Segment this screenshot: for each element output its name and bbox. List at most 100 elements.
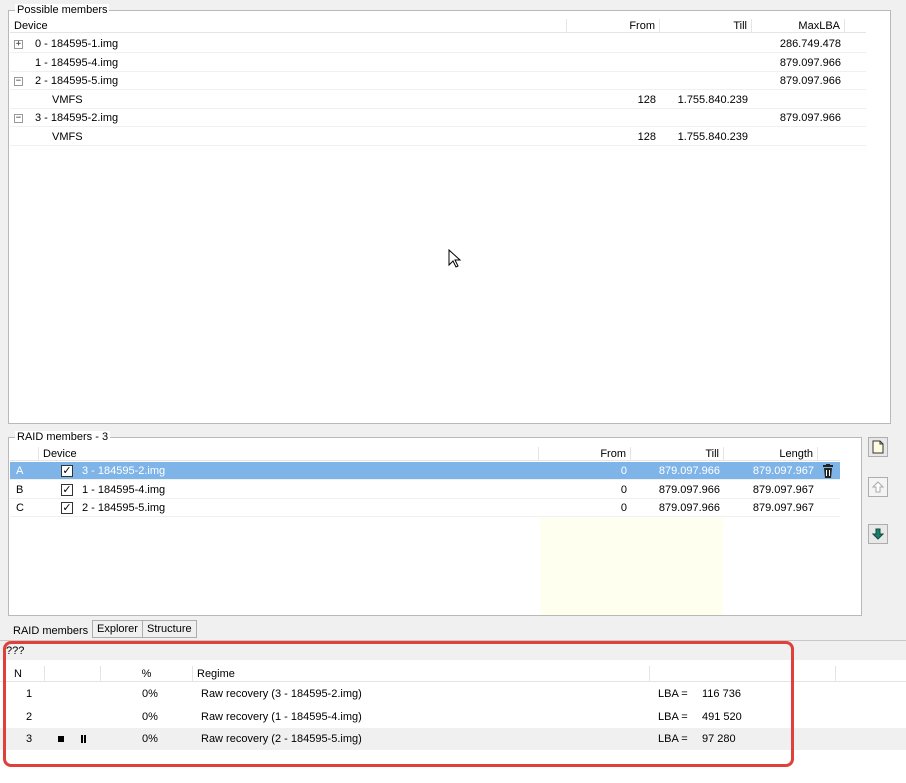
column-header-controls[interactable] [45, 666, 101, 682]
till-value [660, 72, 752, 90]
task-lba-value: 116 736 [702, 688, 741, 700]
possible-member-row[interactable]: − 3 - 184595-2.img 879.097.966 [10, 109, 867, 127]
column-header-regime[interactable]: Regime [193, 666, 650, 682]
device-name: 2 - 184595-5.img [82, 502, 166, 514]
stop-icon[interactable] [58, 736, 64, 742]
till-value: 879.097.966 [658, 483, 720, 496]
task-regime: Raw recovery (1 - 184595-4.img) [201, 710, 362, 723]
from-value: 128 [637, 93, 656, 106]
from-value: 0 [620, 483, 627, 496]
tab-explorer[interactable]: Explorer [92, 620, 143, 638]
tab-raid-members[interactable]: RAID members [8, 622, 93, 640]
from-value [567, 109, 660, 127]
arrow-up-icon [872, 481, 884, 493]
member-checkbox[interactable]: ✓ [61, 502, 73, 514]
task-lba-label: LBA = [658, 688, 688, 700]
task-number: 1 [26, 688, 33, 700]
member-letter: C [16, 502, 24, 514]
column-header-percent[interactable]: % [101, 666, 193, 682]
column-header-n[interactable]: N [10, 666, 45, 682]
device-name: 1 - 184595-4.img [35, 56, 119, 69]
maxlba-value [752, 128, 845, 146]
tab-structure[interactable]: Structure [142, 620, 197, 638]
pause-icon[interactable] [81, 735, 86, 743]
column-header-from[interactable]: From [539, 447, 631, 461]
raid-members-title: RAID members - 3 [15, 431, 111, 443]
task-row[interactable]: 1 0% Raw recovery (3 - 184595-2.img) LBA = 1… [0, 683, 906, 705]
member-checkbox[interactable]: ✓ [61, 483, 73, 496]
divider [0, 640, 906, 641]
move-up-button[interactable] [868, 477, 888, 497]
length-value: 879.097.967 [752, 502, 814, 514]
device-name: 2 - 184595-5.img [35, 75, 119, 87]
task-lba-value: 491 520 [702, 710, 742, 723]
task-lba-value: 97 280 [702, 733, 736, 745]
task-row[interactable]: 2 0% Raw recovery (1 - 184595-4.img) LBA = 4… [0, 706, 906, 728]
device-name: 3 - 184595-2.img [35, 112, 119, 124]
expand-icon[interactable]: + [14, 40, 23, 49]
device-name: VMFS [52, 130, 83, 143]
mouse-pointer-icon [448, 249, 462, 268]
column-header-length[interactable]: Length [724, 447, 818, 461]
collapse-icon[interactable]: − [14, 77, 23, 86]
new-member-button[interactable] [868, 437, 888, 457]
task-lba-label: LBA = [658, 710, 688, 723]
trash-icon[interactable] [821, 464, 835, 479]
device-name: 1 - 184595-4.img [82, 483, 166, 496]
length-value: 879.097.967 [752, 465, 814, 477]
collapse-icon[interactable]: − [14, 114, 23, 123]
maxlba-value: 879.097.966 [779, 112, 841, 124]
till-value [660, 54, 752, 72]
till-value: 1.755.840.239 [677, 130, 748, 143]
task-percent: 0% [142, 688, 158, 700]
possible-member-row[interactable]: +0 - 184595-1.img 286.749.478 [10, 35, 867, 53]
task-percent: 0% [142, 733, 158, 745]
maxlba-value: 879.097.966 [779, 75, 841, 87]
maxlba-value: 286.749.478 [779, 38, 841, 50]
from-value [567, 35, 660, 53]
column-header-device[interactable]: Device [10, 19, 567, 33]
raid-member-row[interactable]: A ✓ 3 - 184595-2.img 0 879.097.966 879.097.96… [10, 462, 840, 480]
possible-member-row[interactable]: 1 - 184595-4.img 879.097.966 [10, 54, 867, 72]
column-header-till[interactable]: Till [660, 19, 752, 33]
task-lba-label: LBA = [658, 733, 688, 745]
till-value: 879.097.966 [658, 502, 720, 514]
possible-members-header: Device From Till MaxLBA [10, 19, 867, 33]
raid-members-header: Device From Till Length [10, 447, 840, 461]
raid-member-row[interactable]: B ✓ 1 - 184595-4.img 0 879.097.966 879.097.96… [10, 481, 840, 499]
device-name: VMFS [52, 93, 83, 106]
column-header-maxlba[interactable]: MaxLBA [752, 19, 845, 33]
possible-members-scrollbar[interactable] [866, 11, 890, 423]
till-value [660, 35, 752, 53]
device-name: 3 - 184595-2.img [82, 465, 166, 477]
raid-member-row[interactable]: C ✓ 2 - 184595-5.img 0 879.097.966 879.097.96… [10, 499, 840, 517]
column-header-device[interactable]: Device [39, 447, 539, 461]
member-letter: B [16, 483, 24, 496]
tasks-panel: N % Regime 1 0% Raw recovery (3 - 184595-2… [0, 660, 906, 783]
column-header-letter [10, 447, 39, 461]
tasks-label: ??? [6, 645, 25, 657]
column-header-till[interactable]: Till [631, 447, 724, 461]
till-value: 1.755.840.239 [677, 93, 748, 106]
member-checkbox[interactable]: ✓ [61, 465, 73, 477]
from-value: 0 [620, 465, 627, 477]
member-letter: A [16, 465, 24, 477]
column-header-lba[interactable] [650, 666, 836, 682]
move-down-button[interactable] [868, 524, 888, 544]
device-name: 0 - 184595-1.img [35, 38, 119, 50]
task-regime: Raw recovery (2 - 184595-5.img) [201, 733, 362, 745]
possible-member-row[interactable]: VMFS 128 1.755.840.239 [10, 91, 867, 109]
task-number: 2 [26, 710, 33, 723]
column-header-from[interactable]: From [567, 19, 660, 33]
till-column-tint [540, 518, 723, 615]
possible-members-title: Possible members [15, 4, 110, 16]
task-row[interactable]: 3 0% Raw recovery (2 - 184595-5.img) LBA = 9… [0, 728, 906, 750]
length-value: 879.097.967 [752, 483, 814, 496]
till-value [660, 109, 752, 127]
possible-member-row[interactable]: − 2 - 184595-5.img 879.097.966 [10, 72, 867, 90]
possible-member-row[interactable]: VMFS 128 1.755.840.239 [10, 128, 867, 146]
from-value: 128 [637, 130, 656, 143]
from-value [567, 54, 660, 72]
possible-members-panel: Possible members Device From Till MaxLBA… [8, 4, 891, 424]
new-document-icon [872, 440, 884, 454]
